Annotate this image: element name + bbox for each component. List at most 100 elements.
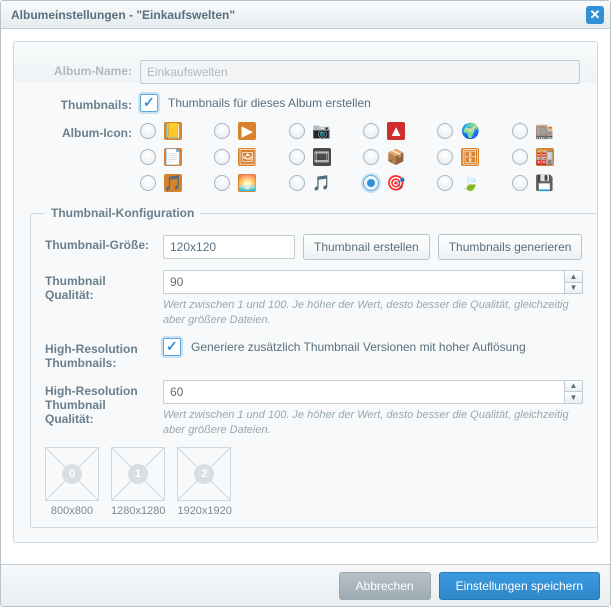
album-icon-radio-save[interactable] xyxy=(512,175,528,191)
album-icon-radio-note[interactable] xyxy=(140,149,156,165)
thumbnail-size-item[interactable]: 1 1280x1280 xyxy=(111,447,165,517)
album-icon-label: Album-Icon: xyxy=(30,122,140,140)
album-icon-radio-play[interactable] xyxy=(214,123,230,139)
album-icon-radio-music2[interactable] xyxy=(289,175,305,191)
note-icon: 📄 xyxy=(164,148,182,166)
album-icon-option-pdf[interactable]: ▲ xyxy=(363,122,431,140)
thumbnails-checkbox[interactable] xyxy=(140,94,158,112)
play-icon: ▶ xyxy=(238,122,256,140)
thumbnails-text: Thumbnails für dieses Album erstellen xyxy=(168,96,371,110)
music1-icon: 🎵 xyxy=(164,174,182,192)
save-button[interactable]: Einstellungen speichern xyxy=(439,572,600,600)
film-icon: 🎞 xyxy=(313,148,331,166)
spinner-down-icon[interactable]: ▼ xyxy=(565,283,582,294)
thumbnail-size-item[interactable]: 0 800x800 xyxy=(45,447,99,517)
album-icon-option-image[interactable]: 🖼 xyxy=(214,148,282,166)
sunset-icon: 🌅 xyxy=(238,174,256,192)
highres-text: Generiere zusätzlich Thumbnail Versionen… xyxy=(191,340,526,354)
album-icon-radio-film[interactable] xyxy=(289,149,305,165)
thumb-size-input[interactable] xyxy=(163,235,295,259)
album-icon-radio-sunset[interactable] xyxy=(214,175,230,191)
main-panel: Album-Name: Thumbnails: Thumbnails für d… xyxy=(13,41,598,543)
album-icon-option-film[interactable]: 🎞 xyxy=(289,148,357,166)
spinner-up-icon[interactable]: ▲ xyxy=(565,381,582,393)
create-thumbnail-button[interactable]: Thumbnail erstellen xyxy=(303,234,430,260)
album-icon-option-box[interactable]: 📦 xyxy=(363,148,431,166)
target-icon: 🎯 xyxy=(387,174,405,192)
window-title: Albumeinstellungen - "Einkaufswelten" xyxy=(11,8,235,22)
album-icon-option-factory[interactable]: 🏭 xyxy=(512,148,580,166)
highres-checkbox[interactable] xyxy=(163,338,181,356)
thumbnail-size-label: 800x800 xyxy=(45,505,99,517)
shop-icon: 🏬 xyxy=(536,122,554,140)
thumbnail-sizes-row: 0 800x800 1 1280x1280 21920x1920 xyxy=(45,447,583,517)
drawer-icon: 🗄 xyxy=(461,148,479,166)
thumb-quality-help: Wert zwischen 1 und 100. Je höher der We… xyxy=(163,298,583,328)
album-icon-option-camera[interactable]: 📷 xyxy=(289,122,357,140)
album-icon-option-drawer[interactable]: 🗄 xyxy=(437,148,505,166)
highres-label: High-Resolution Thumbnails: xyxy=(45,338,163,370)
footer: Abbrechen Einstellungen speichern xyxy=(1,564,610,606)
album-icon-option-save[interactable]: 💾 xyxy=(512,174,580,192)
thumbnails-label: Thumbnails: xyxy=(30,94,140,112)
album-icon-radio-camera[interactable] xyxy=(289,123,305,139)
album-icon-option-play[interactable]: ▶ xyxy=(214,122,282,140)
factory-icon: 🏭 xyxy=(536,148,554,166)
thumbnail-size-box: 2 xyxy=(177,447,231,501)
thumbnail-size-box: 1 xyxy=(111,447,165,501)
album-icon-radio-pdf[interactable] xyxy=(363,123,379,139)
thumb-quality-field[interactable]: ▲ ▼ xyxy=(163,270,583,294)
image-icon: 🖼 xyxy=(238,148,256,166)
book-icon: 📒 xyxy=(164,122,182,140)
album-icon-radio-factory[interactable] xyxy=(512,149,528,165)
album-icon-radio-leaf[interactable] xyxy=(437,175,453,191)
spinner-up-icon[interactable]: ▲ xyxy=(565,271,582,283)
thumbnail-size-index: 0 xyxy=(62,464,82,484)
album-icon-radio-box[interactable] xyxy=(363,149,379,165)
thumbnail-size-index: 2 xyxy=(194,464,214,484)
generate-thumbnails-button[interactable]: Thumbnails generieren xyxy=(438,234,583,260)
thumbnail-size-label: 1280x1280 xyxy=(111,505,165,517)
spinner-down-icon[interactable]: ▼ xyxy=(565,392,582,403)
thumbnail-size-index: 1 xyxy=(128,464,148,484)
album-icon-radio-target[interactable] xyxy=(363,175,379,191)
cancel-button[interactable]: Abbrechen xyxy=(339,572,431,600)
album-icon-option-note[interactable]: 📄 xyxy=(140,148,208,166)
content-area: Album-Name: Thumbnails: Thumbnails für d… xyxy=(1,29,610,564)
album-icon-radio-shop[interactable] xyxy=(512,123,528,139)
album-icon-option-music2[interactable]: 🎵 xyxy=(289,174,357,192)
leaf-icon: 🍃 xyxy=(461,174,479,192)
album-name-label: Album-Name: xyxy=(30,60,140,78)
album-icon-option-target[interactable]: 🎯 xyxy=(363,174,431,192)
album-icon-option-shop[interactable]: 🏬 xyxy=(512,122,580,140)
thumbnail-size-box: 0 xyxy=(45,447,99,501)
album-icon-radio-image[interactable] xyxy=(214,149,230,165)
thumb-quality-input[interactable] xyxy=(164,271,564,293)
close-icon: ✕ xyxy=(590,7,601,23)
music2-icon: 🎵 xyxy=(313,174,331,192)
highres-quality-input[interactable] xyxy=(164,381,564,403)
album-icon-radio-drawer[interactable] xyxy=(437,149,453,165)
album-icon-option-music1[interactable]: 🎵 xyxy=(140,174,208,192)
pdf-icon: ▲ xyxy=(387,122,405,140)
highres-quality-help: Wert zwischen 1 und 100. Je höher der We… xyxy=(163,408,583,438)
album-icon-radio-music1[interactable] xyxy=(140,175,156,191)
album-icon-radio-globe[interactable] xyxy=(437,123,453,139)
thumbnail-size-item[interactable]: 21920x1920 xyxy=(177,447,231,517)
close-button[interactable]: ✕ xyxy=(586,6,604,24)
album-name-input xyxy=(140,60,580,84)
thumb-quality-label: Thumbnail Qualität: xyxy=(45,270,163,302)
album-icon-option-sunset[interactable]: 🌅 xyxy=(214,174,282,192)
titlebar: Albumeinstellungen - "Einkaufswelten" ✕ xyxy=(1,1,610,29)
camera-icon: 📷 xyxy=(313,122,331,140)
album-icon-option-globe[interactable]: 🌍 xyxy=(437,122,505,140)
album-settings-window: Albumeinstellungen - "Einkaufswelten" ✕ … xyxy=(0,0,611,607)
save-icon: 💾 xyxy=(536,174,554,192)
album-icon-option-book[interactable]: 📒 xyxy=(140,122,208,140)
highres-quality-field[interactable]: ▲ ▼ xyxy=(163,380,583,404)
thumb-size-label: Thumbnail-Größe: xyxy=(45,234,163,252)
highres-quality-spinner[interactable]: ▲ ▼ xyxy=(564,381,582,403)
thumb-quality-spinner[interactable]: ▲ ▼ xyxy=(564,271,582,293)
album-icon-option-leaf[interactable]: 🍃 xyxy=(437,174,505,192)
album-icon-radio-book[interactable] xyxy=(140,123,156,139)
